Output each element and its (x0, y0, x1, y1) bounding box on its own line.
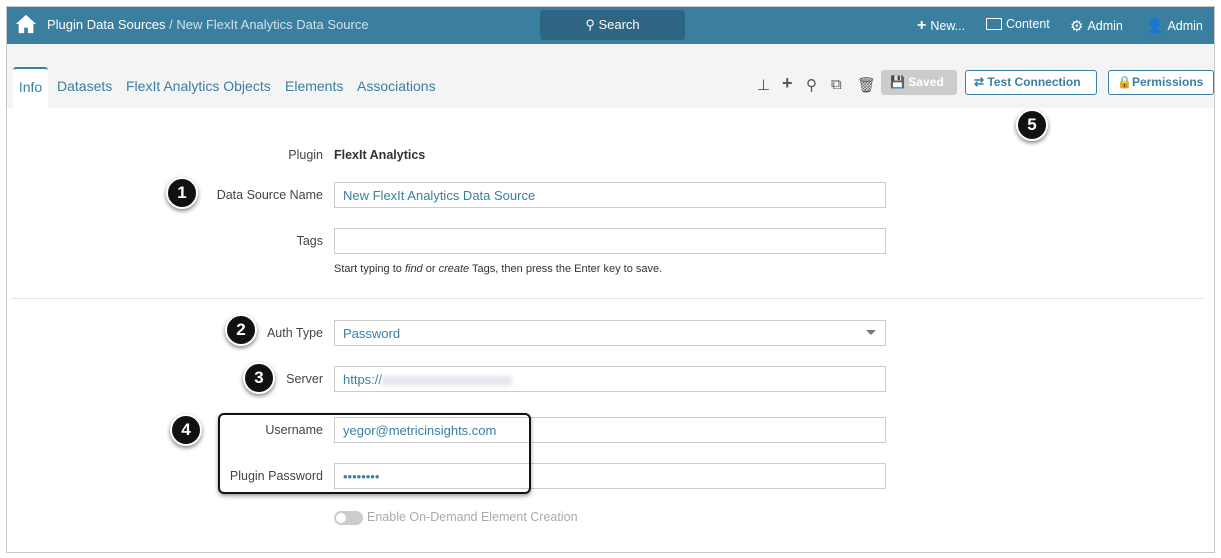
step-marker-1: 1 (166, 177, 198, 209)
search-label: Search (598, 17, 640, 32)
tab-flexit-objects[interactable]: FlexIt Analytics Objects (126, 78, 271, 94)
top-header: Plugin Data Sources / New FlexIt Analyti… (7, 7, 1214, 44)
trash-icon[interactable]: 🗑 (857, 76, 876, 94)
new-label: New... (930, 19, 966, 33)
on-demand-toggle-label: Enable On-Demand Element Creation (367, 510, 578, 524)
user-menu[interactable]: 👤 Admin (1146, 17, 1203, 34)
home-icon[interactable] (15, 13, 37, 35)
tab-info[interactable]: Info (13, 67, 48, 108)
search-button[interactable]: ⚲ Search (540, 10, 685, 40)
step-marker-4: 4 (170, 414, 202, 446)
test-connection-label: Test Connection (987, 75, 1081, 89)
dropdown-caret-icon (866, 330, 876, 340)
app-window: Plugin Data Sources / New FlexIt Analyti… (6, 6, 1215, 553)
section-divider (11, 298, 1204, 299)
content-label: Content (1006, 17, 1050, 31)
user-label: Admin (1167, 18, 1203, 33)
auth-type-value: Password (343, 326, 401, 341)
help-part: Tags, then press the Enter key to save. (469, 263, 663, 275)
plugin-value: FlexIt Analytics (334, 148, 426, 162)
new-button[interactable]: + New... (917, 17, 965, 35)
tab-datasets[interactable]: Datasets (57, 78, 112, 94)
breadcrumb-current: New FlexIt Analytics Data Source (176, 17, 369, 32)
toggle-knob (336, 513, 346, 523)
help-part: Start typing to (334, 263, 405, 275)
data-source-name-input[interactable]: New FlexIt Analytics Data Source (334, 182, 886, 208)
step-marker-2: 2 (225, 314, 257, 346)
gear-icon: ⚙ (1070, 18, 1084, 35)
folder-icon (986, 18, 1002, 30)
server-input[interactable]: https:// (334, 366, 886, 392)
permissions-button[interactable]: 🔒Permissions (1108, 70, 1214, 95)
search-icon[interactable]: ⚲ (806, 76, 817, 94)
server-label: Server (286, 372, 323, 386)
plus-icon: + (917, 17, 927, 34)
tab-elements[interactable]: Elements (285, 78, 343, 94)
breadcrumb-separator: / (165, 17, 177, 32)
admin-label: Admin (1087, 19, 1123, 33)
saved-button[interactable]: 💾 Saved (881, 70, 957, 95)
lock-icon: 🔒 (1117, 75, 1132, 89)
test-connection-button[interactable]: ⇄ Test Connection (965, 70, 1097, 95)
auth-type-select[interactable]: Password (334, 320, 886, 346)
tags-input[interactable] (334, 228, 886, 254)
server-value: https:// (343, 372, 383, 387)
help-find: find (404, 263, 423, 275)
search-icon: ⚲ (585, 17, 595, 32)
save-icon: 💾 (890, 75, 905, 89)
help-part: or (422, 263, 439, 275)
saved-label: Saved (908, 75, 944, 89)
swap-arrows-icon: ⇄ (974, 75, 985, 89)
breadcrumb: Plugin Data Sources / New FlexIt Analyti… (47, 17, 369, 32)
user-icon: 👤 (1146, 17, 1164, 33)
tab-associations[interactable]: Associations (357, 78, 436, 94)
content-button[interactable]: Content (986, 17, 1050, 31)
plugin-label: Plugin (288, 148, 323, 162)
admin-button[interactable]: ⚙ Admin (1070, 17, 1123, 35)
auth-type-label: Auth Type (266, 326, 323, 340)
breadcrumb-root[interactable]: Plugin Data Sources (47, 17, 166, 32)
plus-icon[interactable]: + (782, 73, 793, 94)
copy-icon[interactable]: ⧉ (831, 76, 842, 93)
highlight-box (218, 413, 531, 494)
step-marker-3: 3 (243, 362, 275, 394)
tags-label: Tags (296, 234, 323, 248)
tab-bar: Info Datasets FlexIt Analytics Objects E… (7, 44, 1214, 108)
step-marker-5: 5 (1016, 109, 1048, 141)
blurred-server-text (382, 375, 513, 386)
tags-help-text: Start typing to find or create Tags, the… (334, 263, 662, 275)
permissions-label: Permissions (1131, 75, 1204, 89)
on-demand-toggle[interactable] (334, 511, 363, 525)
hierarchy-icon[interactable]: ⊥ (757, 76, 770, 94)
data-source-name-label: Data Source Name (216, 188, 323, 202)
help-create: create (438, 263, 470, 275)
